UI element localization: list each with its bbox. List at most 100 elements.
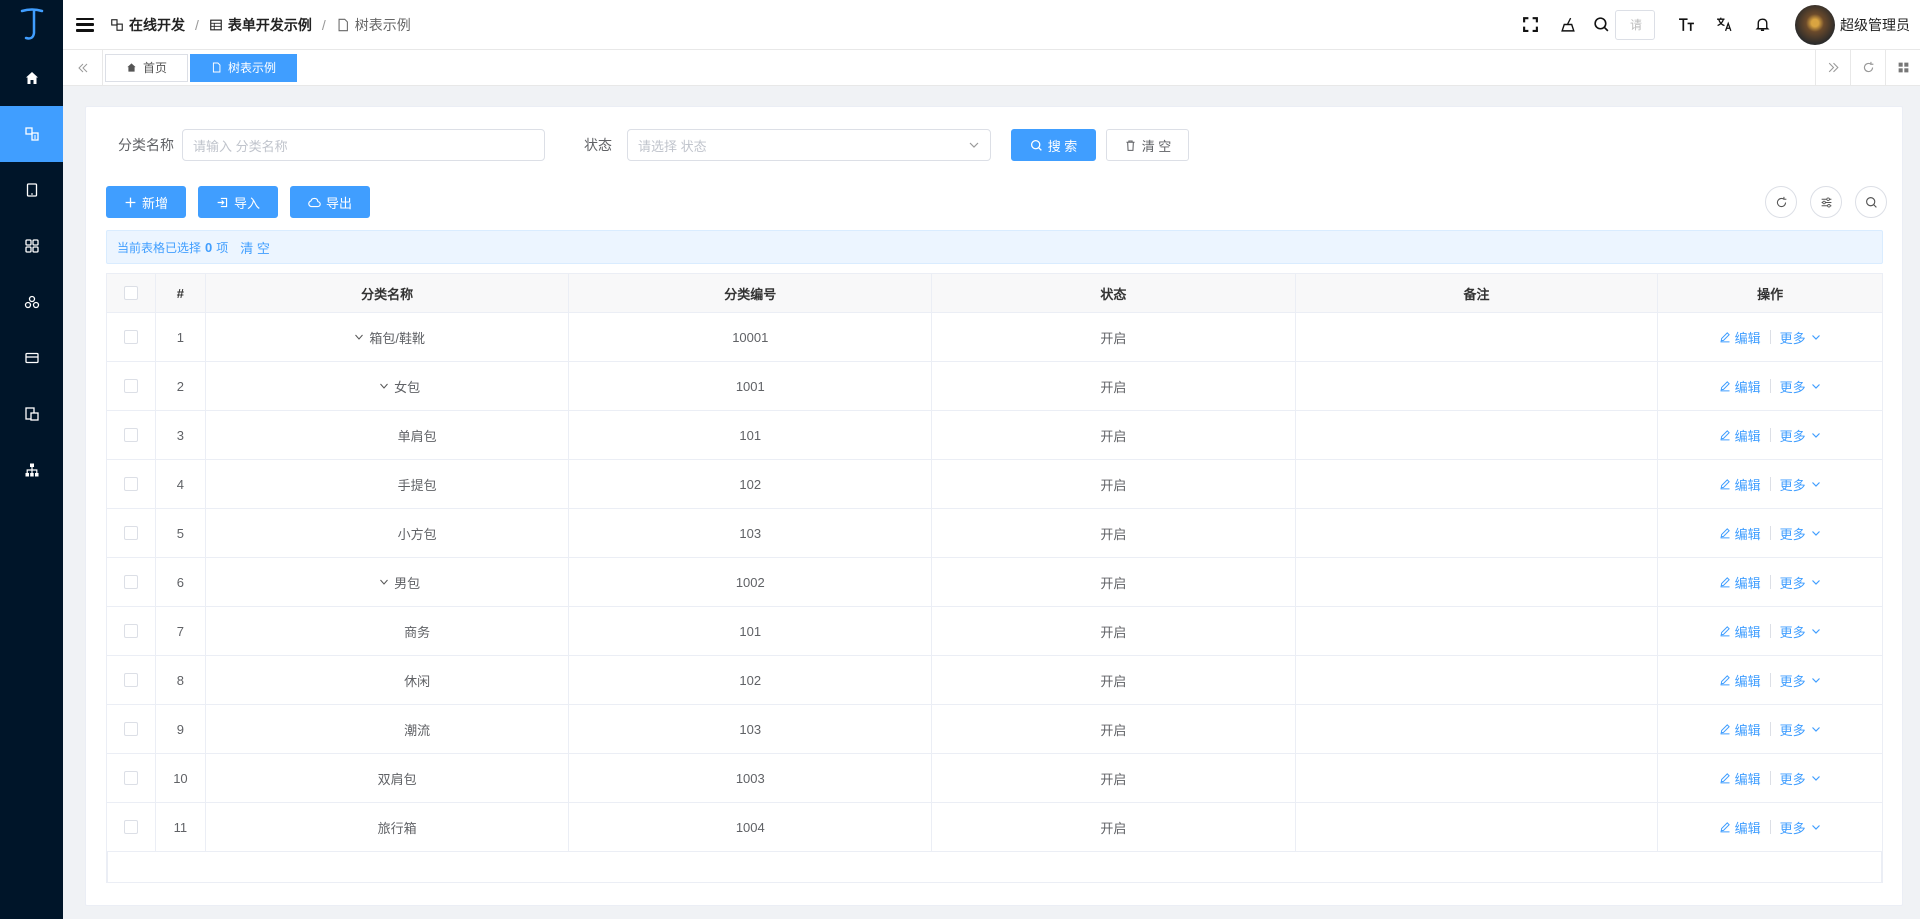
edit-button[interactable]: 编辑 (1719, 475, 1761, 494)
clear-selection-link[interactable]: 清 空 (240, 238, 270, 257)
row-checkbox[interactable] (123, 330, 138, 344)
more-dropdown[interactable]: 更多 (1780, 818, 1822, 837)
sidebar (0, 0, 63, 919)
export-icon (308, 197, 321, 207)
tags-scroll-right[interactable] (1815, 49, 1850, 86)
edit-button[interactable]: 编辑 (1719, 671, 1761, 690)
header-search-input[interactable]: 请 (1615, 9, 1655, 40)
row-index: 8 (156, 656, 206, 704)
row-code: 103 (569, 705, 933, 753)
row-index: 11 (156, 803, 206, 851)
clear-button[interactable]: 清 空 (1106, 129, 1189, 161)
expand-toggle[interactable] (378, 380, 390, 392)
breadcrumb-item-online-dev[interactable]: 在线开发 (110, 15, 185, 35)
menu-toggle-icon[interactable] (76, 17, 94, 32)
header-actions: 操作 (1757, 286, 1784, 302)
row-name-cell: 商务 (206, 607, 570, 655)
more-dropdown[interactable]: 更多 (1780, 769, 1822, 788)
row-name: 单肩包 (397, 428, 437, 444)
row-checkbox[interactable] (123, 575, 138, 589)
tag-tree-demo[interactable]: 树表示例 (190, 53, 298, 82)
app-logo[interactable] (0, 0, 63, 50)
status-select[interactable]: 请选择 状态 (627, 129, 991, 161)
header-search-button[interactable] (1587, 16, 1615, 33)
tags-menu-button[interactable] (1885, 49, 1920, 86)
more-dropdown[interactable]: 更多 (1780, 328, 1822, 347)
row-checkbox[interactable] (123, 624, 138, 638)
breadcrumb-item-form-demo[interactable]: 表单开发示例 (209, 15, 312, 35)
edit-button[interactable]: 编辑 (1719, 720, 1761, 739)
select-all-checkbox[interactable] (123, 286, 138, 300)
edit-icon (1720, 577, 1730, 588)
edit-button[interactable]: 编辑 (1719, 377, 1761, 396)
category-name-input[interactable]: 请输入 分类名称 (182, 129, 545, 161)
edit-button[interactable]: 编辑 (1719, 524, 1761, 543)
tablet-icon (26, 183, 37, 197)
sidebar-item-docs[interactable] (0, 386, 63, 442)
search-button[interactable]: 搜 索 (1011, 129, 1096, 161)
notification-button[interactable] (1743, 16, 1781, 33)
expand-toggle[interactable] (378, 576, 390, 588)
action-separator (1769, 575, 1771, 589)
tags-refresh-button[interactable] (1850, 49, 1885, 86)
row-checkbox[interactable] (123, 477, 138, 491)
refresh-icon (1863, 61, 1873, 73)
sidebar-item-org[interactable] (0, 442, 63, 498)
row-checkbox[interactable] (123, 722, 138, 736)
edit-button[interactable]: 编辑 (1719, 573, 1761, 592)
sidebar-item-components[interactable] (0, 218, 63, 274)
sidebar-item-tablet[interactable] (0, 162, 63, 218)
username[interactable]: 超级管理员 (1840, 15, 1910, 35)
more-dropdown[interactable]: 更多 (1780, 671, 1822, 690)
edit-button[interactable]: 编辑 (1719, 769, 1761, 788)
font-size-button[interactable] (1667, 16, 1705, 33)
tag-home[interactable]: 首页 (105, 53, 189, 82)
edit-label: 编辑 (1734, 379, 1761, 395)
edit-icon (1720, 430, 1730, 441)
column-settings-button[interactable] (1810, 186, 1842, 218)
row-checkbox[interactable] (123, 771, 138, 785)
edit-button[interactable]: 编辑 (1719, 328, 1761, 347)
more-dropdown[interactable]: 更多 (1780, 377, 1822, 396)
row-checkbox[interactable] (123, 428, 138, 442)
import-button[interactable]: 导入 (198, 186, 278, 218)
fullscreen-button[interactable] (1511, 16, 1549, 33)
export-button[interactable]: 导出 (290, 186, 370, 218)
more-dropdown[interactable]: 更多 (1780, 622, 1822, 641)
more-dropdown[interactable]: 更多 (1780, 475, 1822, 494)
translate-icon (1716, 17, 1731, 32)
more-dropdown[interactable]: 更多 (1780, 524, 1822, 543)
tags-scroll-left[interactable] (63, 49, 103, 86)
language-button[interactable] (1705, 16, 1743, 33)
more-dropdown[interactable]: 更多 (1780, 426, 1822, 445)
edit-label: 编辑 (1734, 673, 1761, 689)
tags-actions (1815, 49, 1920, 86)
add-button[interactable]: 新增 (106, 186, 186, 218)
row-code: 102 (569, 656, 933, 704)
selection-info: 当前表格已选择 0 项 清 空 (106, 230, 1883, 264)
row-checkbox[interactable] (123, 820, 138, 834)
tree-table: # 分类名称 分类编号 状态 备注 操作 1 箱包/鞋靴 10001 开启 编辑… (106, 273, 1883, 883)
sidebar-item-card[interactable] (0, 330, 63, 386)
breadcrumb-separator: / (321, 16, 326, 33)
avatar[interactable] (1795, 4, 1835, 45)
more-dropdown[interactable]: 更多 (1780, 573, 1822, 592)
sidebar-item-online-dev[interactable] (0, 106, 63, 162)
toggle-search-button[interactable] (1855, 186, 1887, 218)
more-label: 更多 (1779, 526, 1806, 542)
edit-button[interactable]: 编辑 (1719, 818, 1761, 837)
more-dropdown[interactable]: 更多 (1780, 720, 1822, 739)
row-checkbox[interactable] (123, 673, 138, 687)
row-checkbox[interactable] (123, 379, 138, 393)
docs-icon (24, 407, 39, 421)
document-icon (212, 62, 221, 73)
refresh-table-button[interactable] (1765, 186, 1797, 218)
expand-toggle[interactable] (353, 331, 365, 343)
sidebar-item-cluster[interactable] (0, 274, 63, 330)
breadcrumb: 在线开发 / 表单开发示例 / 树表示例 (110, 15, 411, 35)
row-checkbox[interactable] (123, 526, 138, 540)
edit-button[interactable]: 编辑 (1719, 426, 1761, 445)
clear-cache-button[interactable] (1549, 16, 1587, 33)
edit-button[interactable]: 编辑 (1719, 622, 1761, 641)
sidebar-item-home[interactable] (0, 50, 63, 106)
